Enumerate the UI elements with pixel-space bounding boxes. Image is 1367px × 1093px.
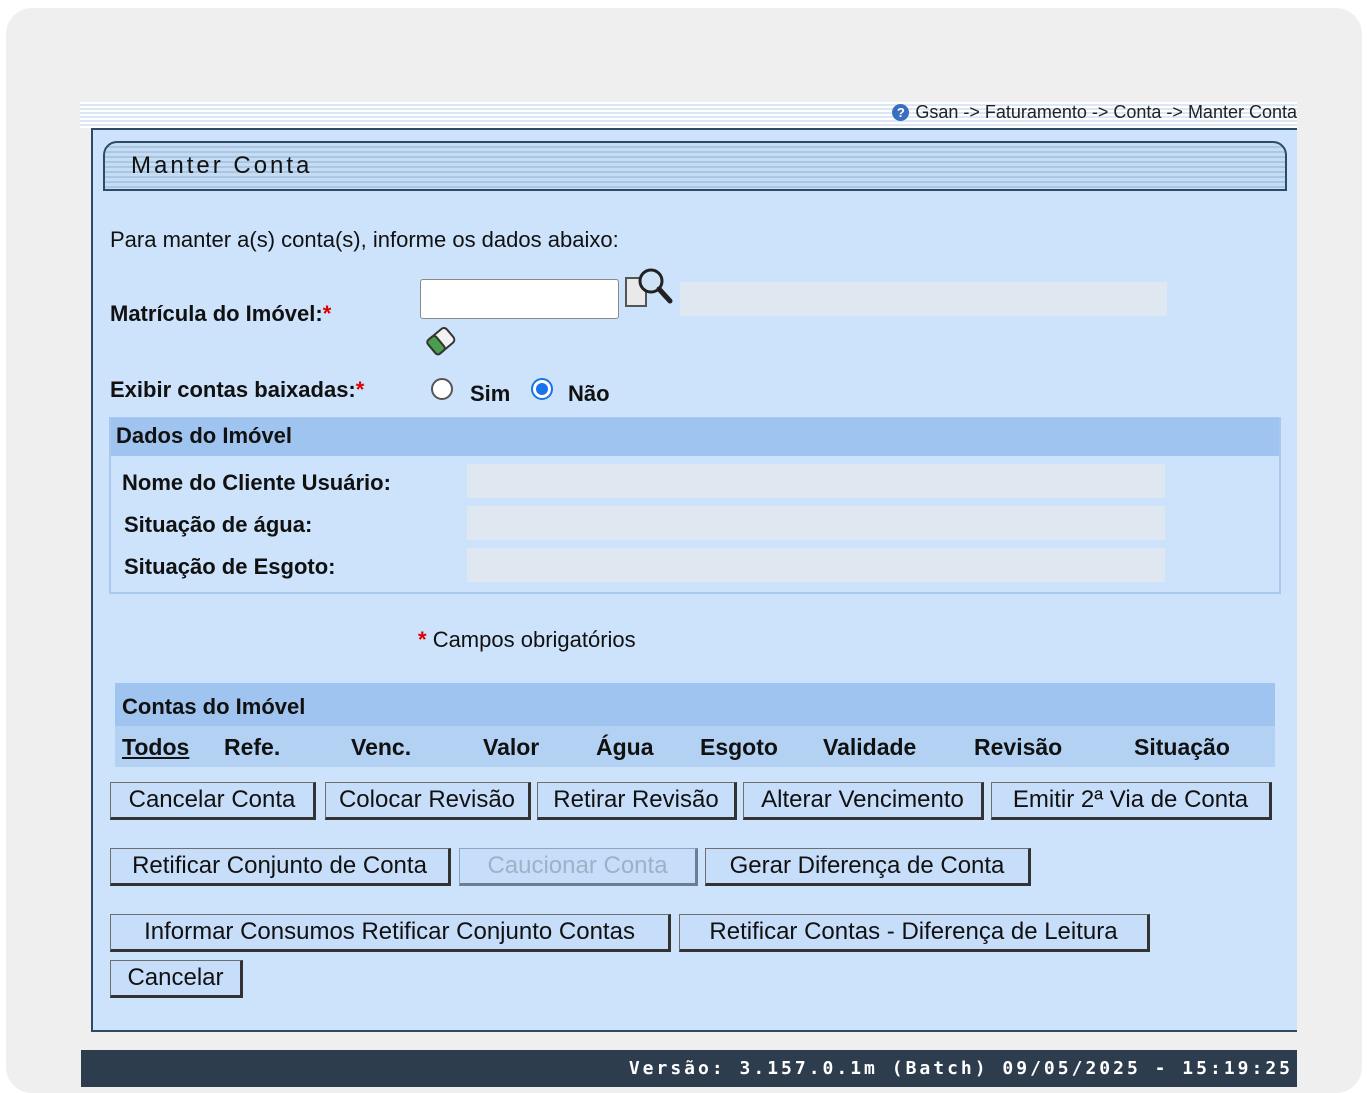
intro-text: Para manter a(s) conta(s), informe os da… <box>110 227 619 252</box>
column-validade: Validade <box>823 734 917 760</box>
column-esgoto: Esgoto <box>700 734 778 760</box>
matricula-description <box>680 282 1167 316</box>
column-situacao: Situação <box>1134 734 1230 760</box>
situacao-esgoto-value <box>467 548 1165 582</box>
required-note-text: Campos obrigatórios <box>432 627 636 652</box>
situacao-agua-label: Situação de água: <box>124 512 313 537</box>
column-refe: Refe. <box>224 734 281 760</box>
column-valor: Valor <box>483 734 540 760</box>
column-agua: Água <box>596 734 654 760</box>
select-all-link[interactable]: Todos <box>122 734 189 761</box>
nome-cliente-label: Nome do Cliente Usuário: <box>122 470 391 495</box>
matricula-label-text: Matrícula do Imóvel: <box>110 301 323 326</box>
cancelar-conta-button[interactable]: Cancelar Conta <box>110 782 316 820</box>
radio-sim[interactable] <box>431 378 453 400</box>
radio-nao[interactable] <box>531 378 553 400</box>
colocar-revisao-button[interactable]: Colocar Revisão <box>325 782 531 820</box>
page-title: Manter Conta <box>131 152 313 179</box>
emitir-2via-button[interactable]: Emitir 2ª Via de Conta <box>991 782 1272 820</box>
alterar-vencimento-button[interactable]: Alterar Vencimento <box>743 782 984 820</box>
required-mark: * <box>355 377 365 402</box>
exibir-label-text: Exibir contas baixadas: <box>110 377 356 402</box>
dados-imovel-title: Dados do Imóvel <box>116 423 293 448</box>
column-venc: Venc. <box>351 734 412 760</box>
contas-columns-row <box>115 726 1275 767</box>
search-icon[interactable] <box>624 265 674 309</box>
contas-title: Contas do Imóvel <box>122 694 306 719</box>
eraser-icon[interactable] <box>421 322 461 360</box>
matricula-label: Matrícula do Imóvel:* <box>110 301 331 327</box>
informar-consumos-button[interactable]: Informar Consumos Retificar Conjunto Con… <box>110 914 671 952</box>
breadcrumb-text: Gsan -> Faturamento -> Conta -> Manter C… <box>915 101 1297 122</box>
gerar-diferenca-button[interactable]: Gerar Diferença de Conta <box>705 848 1031 886</box>
retificar-diferenca-leitura-button[interactable]: Retificar Contas - Diferença de Leitura <box>679 914 1150 952</box>
situacao-esgoto-label: Situação de Esgoto: <box>124 554 336 579</box>
situacao-agua-value <box>467 506 1165 540</box>
column-revisao: Revisão <box>974 734 1063 760</box>
caucionar-conta-button: Caucionar Conta <box>459 848 698 886</box>
radio-sim-label: Sim <box>470 381 511 406</box>
matricula-input[interactable] <box>420 279 619 319</box>
retirar-revisao-button[interactable]: Retirar Revisão <box>537 782 737 820</box>
required-note: * Campos obrigatórios <box>418 627 636 653</box>
required-mark: * <box>322 301 332 326</box>
breadcrumb: ? Gsan -> Faturamento -> Conta -> Manter… <box>892 102 1297 122</box>
version-footer: Versão: 3.157.0.1m (Batch) 09/05/2025 - … <box>81 1050 1297 1087</box>
required-mark: * <box>418 627 427 652</box>
retificar-conjunto-button[interactable]: Retificar Conjunto de Conta <box>110 848 451 886</box>
radio-nao-label: Não <box>568 381 610 406</box>
exibir-label: Exibir contas baixadas:* <box>110 377 364 403</box>
help-icon[interactable]: ? <box>892 103 910 121</box>
nome-cliente-value <box>467 464 1165 498</box>
cancelar-button[interactable]: Cancelar <box>110 960 243 998</box>
